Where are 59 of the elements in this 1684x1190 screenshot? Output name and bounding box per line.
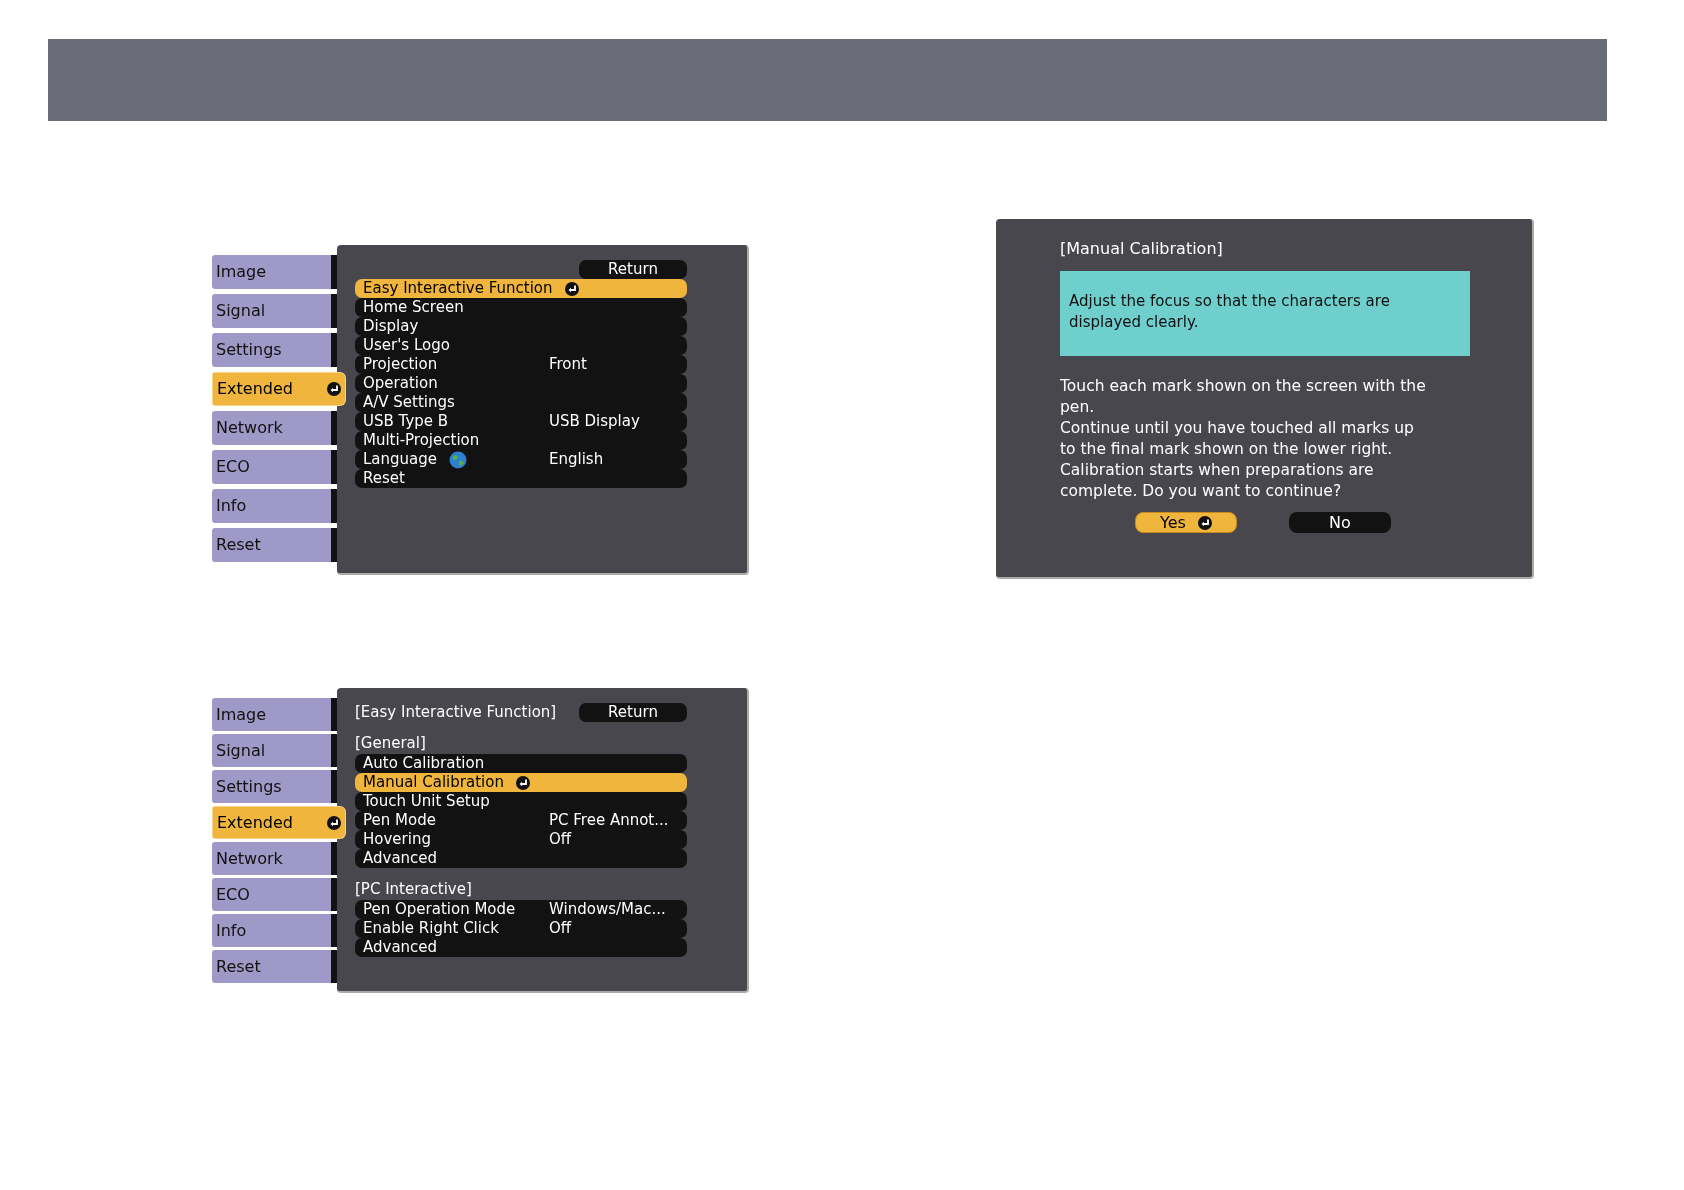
menu-tab[interactable]: Settings — [212, 333, 337, 367]
menu-item[interactable]: Auto Calibration — [355, 754, 687, 773]
menu-item[interactable]: Pen Mode PC Free Annot... — [355, 811, 687, 830]
menu-item[interactable]: Manual Calibration — [355, 773, 687, 792]
menu-item[interactable]: User's Logo — [355, 336, 687, 355]
enter-icon — [1197, 515, 1212, 530]
menu-tab[interactable]: Signal — [212, 294, 337, 328]
menu-item-value: USB Display — [549, 414, 640, 429]
menu-tab[interactable]: ECO — [212, 450, 337, 484]
notice-box: Adjust the focus so that the characters are displayed clearly. — [1060, 271, 1470, 356]
menu-item[interactable]: A/V Settings — [355, 393, 687, 412]
return-button[interactable]: Return — [579, 702, 687, 722]
menu-item[interactable]: Operation — [355, 374, 687, 393]
menu-title: [Easy Interactive Function] — [355, 701, 557, 723]
menu-item[interactable]: Reset — [355, 469, 687, 488]
return-button[interactable]: Return — [579, 259, 687, 279]
section-heading: [PC Interactive] — [355, 882, 473, 900]
menu-item[interactable]: Projection Front — [355, 355, 687, 374]
menu-item[interactable]: Enable Right Click Off — [355, 919, 687, 938]
menu-item[interactable]: Touch Unit Setup — [355, 792, 687, 811]
menu-item[interactable]: Hovering Off — [355, 830, 687, 849]
menu-item[interactable]: Advanced — [355, 849, 687, 868]
menu-item[interactable]: Display — [355, 317, 687, 336]
menu-tab[interactable]: Info — [212, 914, 337, 947]
enter-icon — [515, 775, 530, 790]
menu-tab[interactable]: Reset — [212, 950, 337, 983]
dialog-title: [Manual Calibration] — [1060, 238, 1224, 259]
menu-item-value: Off — [549, 832, 572, 847]
menu-item[interactable]: USB Type B USB Display — [355, 412, 687, 431]
menu-item[interactable]: Easy Interactive Function — [355, 279, 687, 298]
menu-item[interactable]: Multi-Projection — [355, 431, 687, 450]
menu-tab[interactable]: ECO — [212, 878, 337, 911]
menu-tab[interactable]: Image — [212, 698, 337, 731]
menu-item[interactable]: Advanced — [355, 938, 687, 957]
dialog-button[interactable]: No — [1289, 512, 1391, 533]
globe-icon — [449, 450, 468, 469]
enter-icon — [327, 382, 341, 396]
menu-item-value: Off — [549, 921, 572, 936]
dialog-button[interactable]: Yes — [1135, 512, 1237, 533]
dialog-message: Touch each mark shown on the screen with the pen. Continue until you have touched all marks up to the final mark shown on the lower right. Calibration starts when preparations are complete. Do you want to continue? — [1060, 376, 1427, 502]
section-heading: [General] — [355, 736, 427, 754]
menu-tab[interactable]: Reset — [212, 528, 337, 562]
menu-tab[interactable]: Signal — [212, 734, 337, 767]
menu-item[interactable]: Language English — [355, 450, 687, 469]
menu-item[interactable]: Pen Operation Mode Windows/Mac... — [355, 900, 687, 919]
menu-item-value: Front — [549, 357, 587, 372]
menu-tab[interactable]: Network — [212, 842, 337, 875]
menu-item[interactable]: Home Screen — [355, 298, 687, 317]
menu-item-value: Windows/Mac... — [549, 902, 666, 917]
enter-icon — [564, 281, 579, 296]
menu-tab[interactable]: Extended — [212, 806, 346, 839]
menu-tab[interactable]: Extended — [212, 372, 346, 406]
menu-tab[interactable]: Info — [212, 489, 337, 523]
menu-item-value: PC Free Annot... — [549, 813, 669, 828]
enter-icon — [327, 815, 341, 830]
menu-tab[interactable]: Network — [212, 411, 337, 445]
menu-item-value: English — [549, 452, 604, 467]
menu-tab[interactable]: Settings — [212, 770, 337, 803]
menu-tab[interactable]: Image — [212, 255, 337, 289]
